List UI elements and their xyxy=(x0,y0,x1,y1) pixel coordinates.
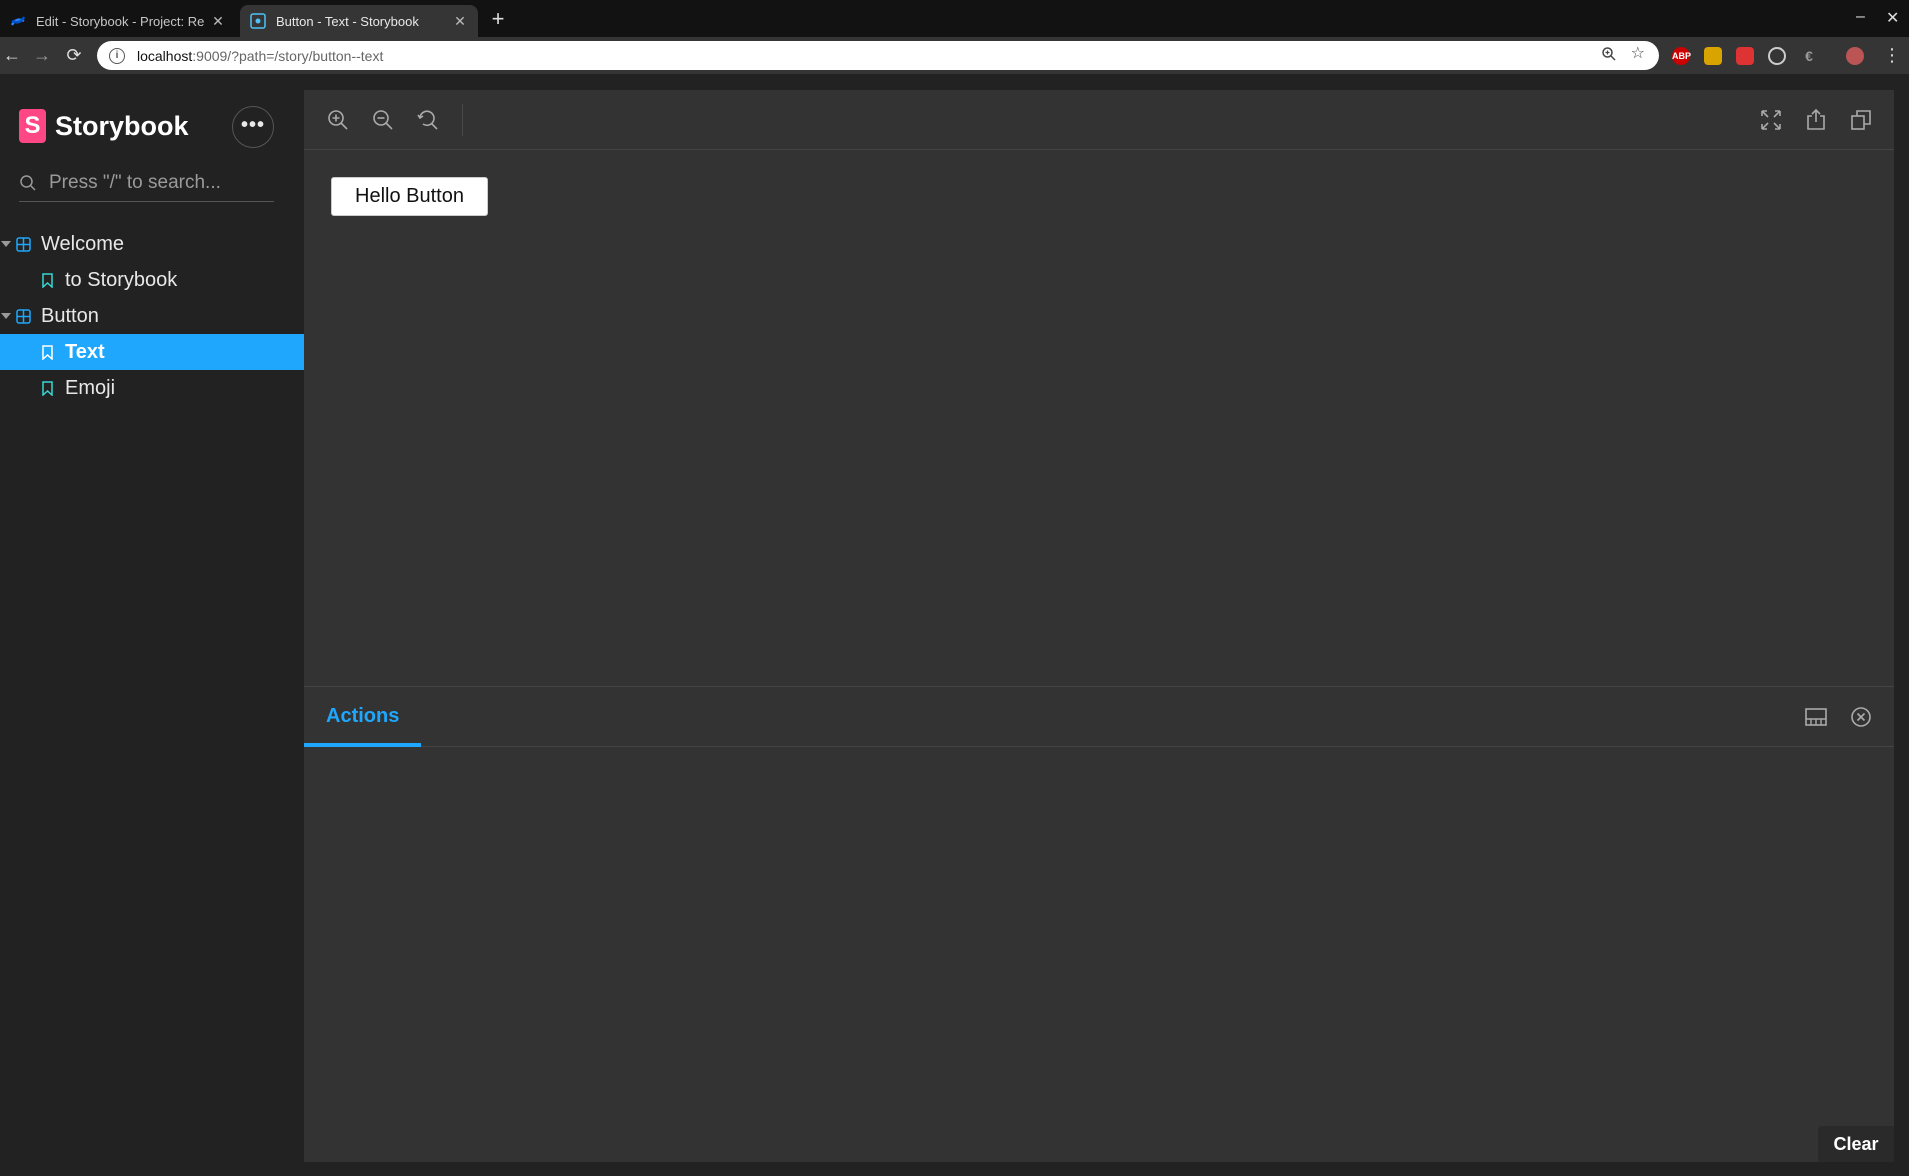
address-path: :9009/?path=/story/button--text xyxy=(192,47,384,64)
tree-label: Emoji xyxy=(65,376,116,399)
component-icon xyxy=(16,236,31,252)
close-icon[interactable]: ✕ xyxy=(210,13,226,30)
tree-story-text[interactable]: Text xyxy=(0,334,304,370)
tree-group-button[interactable]: Button xyxy=(0,298,304,334)
tree-label: Welcome xyxy=(41,232,124,255)
tree-label: to Storybook xyxy=(65,268,178,291)
address-host: localhost xyxy=(137,47,193,64)
reload-icon[interactable]: ⟳ xyxy=(62,43,86,67)
close-panel-icon[interactable] xyxy=(1849,705,1873,729)
minimize-icon[interactable]: – xyxy=(1856,8,1865,26)
adblock-icon[interactable]: ABP xyxy=(1672,47,1691,65)
address-bar[interactable]: i localhost:9009/?path=/story/button--te… xyxy=(97,41,1659,70)
close-window-icon[interactable]: ✕ xyxy=(1886,8,1899,28)
tree-label: Button xyxy=(41,304,99,327)
back-icon[interactable]: ← xyxy=(0,43,24,67)
avatar[interactable] xyxy=(1846,47,1864,65)
caret-down-icon xyxy=(1,313,11,319)
storybook-app: S Storybook ••• Welcome to Storybook But… xyxy=(0,74,1909,1176)
tab-actions[interactable]: Actions xyxy=(326,705,399,728)
zoom-icon[interactable] xyxy=(1601,46,1617,62)
close-icon[interactable]: ✕ xyxy=(452,13,468,30)
tree-story-to-storybook[interactable]: to Storybook xyxy=(0,262,304,298)
bookmark-icon xyxy=(42,344,53,360)
bookmark-star-icon[interactable]: ☆ xyxy=(1631,46,1645,62)
story-tree: Welcome to Storybook Button Text Emoji xyxy=(0,226,304,406)
tree-label: Text xyxy=(65,340,105,363)
zoom-in-icon[interactable] xyxy=(326,108,350,132)
search-box xyxy=(19,164,274,202)
extension-icon[interactable]: € xyxy=(1800,47,1818,65)
bookmark-icon xyxy=(42,272,53,288)
browser-tab-storybook[interactable]: Button - Text - Storybook ✕ xyxy=(240,5,478,37)
component-icon xyxy=(16,308,31,324)
story-preview: Hello Button xyxy=(304,151,1894,686)
addons-panel: Actions Clear xyxy=(304,686,1894,1162)
tree-story-emoji[interactable]: Emoji xyxy=(0,370,304,406)
zoom-reset-icon[interactable] xyxy=(416,108,440,132)
browser-toolbar: ← → ⟳ i localhost:9009/?path=/story/butt… xyxy=(0,37,1909,74)
browser-tab-bar: Edit - Storybook - Project: Re ✕ Button … xyxy=(0,0,1909,37)
folder-extension-icon[interactable] xyxy=(1704,47,1722,65)
new-tab-button[interactable]: + xyxy=(486,8,510,32)
main-area: Hello Button Actions Clear xyxy=(304,90,1894,1162)
zoom-out-icon[interactable] xyxy=(371,108,395,132)
forward-icon[interactable]: → xyxy=(30,43,54,67)
panel-tabs: Actions xyxy=(304,687,1894,747)
confluence-icon xyxy=(10,16,26,26)
target-extension-icon[interactable] xyxy=(1768,47,1786,65)
clear-button[interactable]: Clear xyxy=(1818,1126,1894,1162)
hello-button[interactable]: Hello Button xyxy=(331,177,488,216)
sidebar: S Storybook ••• Welcome to Storybook But… xyxy=(0,74,304,1176)
search-input[interactable] xyxy=(49,171,269,194)
brand-name: Storybook xyxy=(55,110,189,141)
search-icon xyxy=(20,174,36,191)
tab-title: Button - Text - Storybook xyxy=(276,13,419,29)
sidebar-menu-button[interactable]: ••• xyxy=(232,106,274,148)
tab-title: Edit - Storybook - Project: Re xyxy=(36,13,205,29)
fullscreen-icon[interactable] xyxy=(1759,108,1783,132)
toolbar-divider xyxy=(462,104,463,136)
copy-icon[interactable] xyxy=(1849,108,1873,132)
panel-orientation-icon[interactable] xyxy=(1804,705,1828,729)
browser-tab-edit[interactable]: Edit - Storybook - Project: Re ✕ xyxy=(0,5,236,37)
info-icon[interactable]: i xyxy=(109,47,125,64)
react-icon xyxy=(250,13,266,29)
brand[interactable]: S Storybook xyxy=(19,109,189,143)
storybook-logo-icon: S xyxy=(19,109,46,143)
caret-down-icon xyxy=(1,241,11,247)
bookmark-icon xyxy=(42,380,53,396)
extension-icon[interactable] xyxy=(1736,47,1754,65)
active-tab-indicator xyxy=(304,743,421,747)
tree-group-welcome[interactable]: Welcome xyxy=(0,226,304,262)
canvas-toolbar xyxy=(304,90,1894,150)
menu-icon[interactable]: ⋮ xyxy=(1880,43,1904,67)
share-icon[interactable] xyxy=(1804,108,1828,132)
